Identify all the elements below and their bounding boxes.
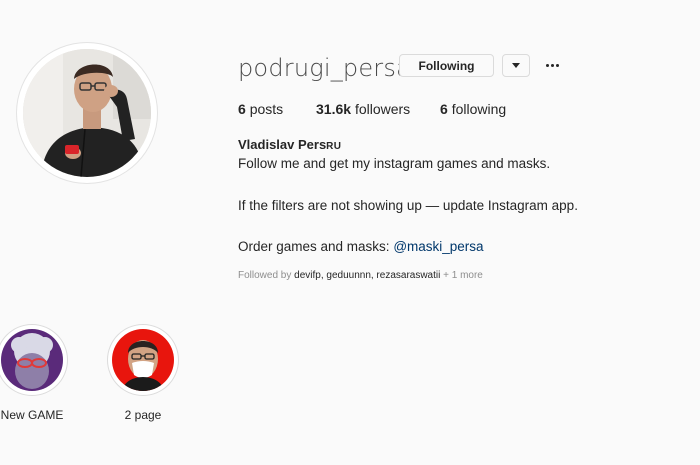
posts-label: posts: [249, 101, 284, 117]
mention-link[interactable]: @maski_persa: [393, 239, 483, 254]
followed-by-prefix: Followed by: [238, 270, 295, 281]
followed-by-names: devifp, geduunnn, rezasaraswatii: [294, 270, 441, 281]
highlight-label-new-game: New GAME: [0, 408, 64, 422]
more-options-icon: [545, 63, 549, 67]
suggestions-dropdown-button[interactable]: [502, 54, 530, 77]
profile-full-name: Vladislav PersRU: [238, 137, 341, 152]
highlight-cover-new-game: [1, 329, 63, 391]
profile-username: podrugi_persa: [238, 54, 411, 82]
posts-count: 6: [238, 101, 246, 117]
bio-line-3-prefix: Order games and masks:: [238, 239, 394, 254]
following-label: following: [451, 101, 507, 117]
masked-man-icon: [112, 329, 174, 391]
followers-label: followers: [354, 101, 411, 117]
following-count: 6: [440, 101, 448, 117]
bio-line-3: Order games and masks: @maski_persa: [238, 239, 484, 254]
highlight-label-2-page: 2 page: [124, 408, 162, 422]
followers-stat[interactable]: 31.6k followers: [316, 101, 410, 117]
highlight-new-game[interactable]: [0, 325, 67, 395]
following-stat[interactable]: 6 following: [440, 101, 506, 117]
full-name-suffix: RU: [326, 141, 342, 152]
full-name-text: Vladislav Pers: [238, 137, 327, 152]
followed-by[interactable]: Followed by devifp, geduunnn, rezasarasw…: [238, 270, 483, 281]
avatar-photo: [23, 49, 151, 177]
granny-avatar-icon: [1, 329, 63, 391]
bio-line-2: If the filters are not showing up — upda…: [238, 198, 578, 213]
followers-count: 31.6k: [316, 101, 352, 117]
profile-avatar[interactable]: [23, 49, 151, 177]
chevron-down-icon: [512, 63, 520, 68]
more-options-dot: [555, 63, 559, 67]
bio-line-1: Follow me and get my instagram games and…: [238, 156, 551, 171]
highlight-2-page[interactable]: [108, 325, 178, 395]
followed-by-more: + 1 more: [440, 270, 483, 281]
highlight-cover-2-page: [112, 329, 174, 391]
posts-stat: 6 posts: [238, 101, 283, 117]
more-options-button[interactable]: [540, 58, 564, 72]
more-options-dot: [550, 63, 554, 67]
following-button[interactable]: Following: [399, 54, 494, 77]
